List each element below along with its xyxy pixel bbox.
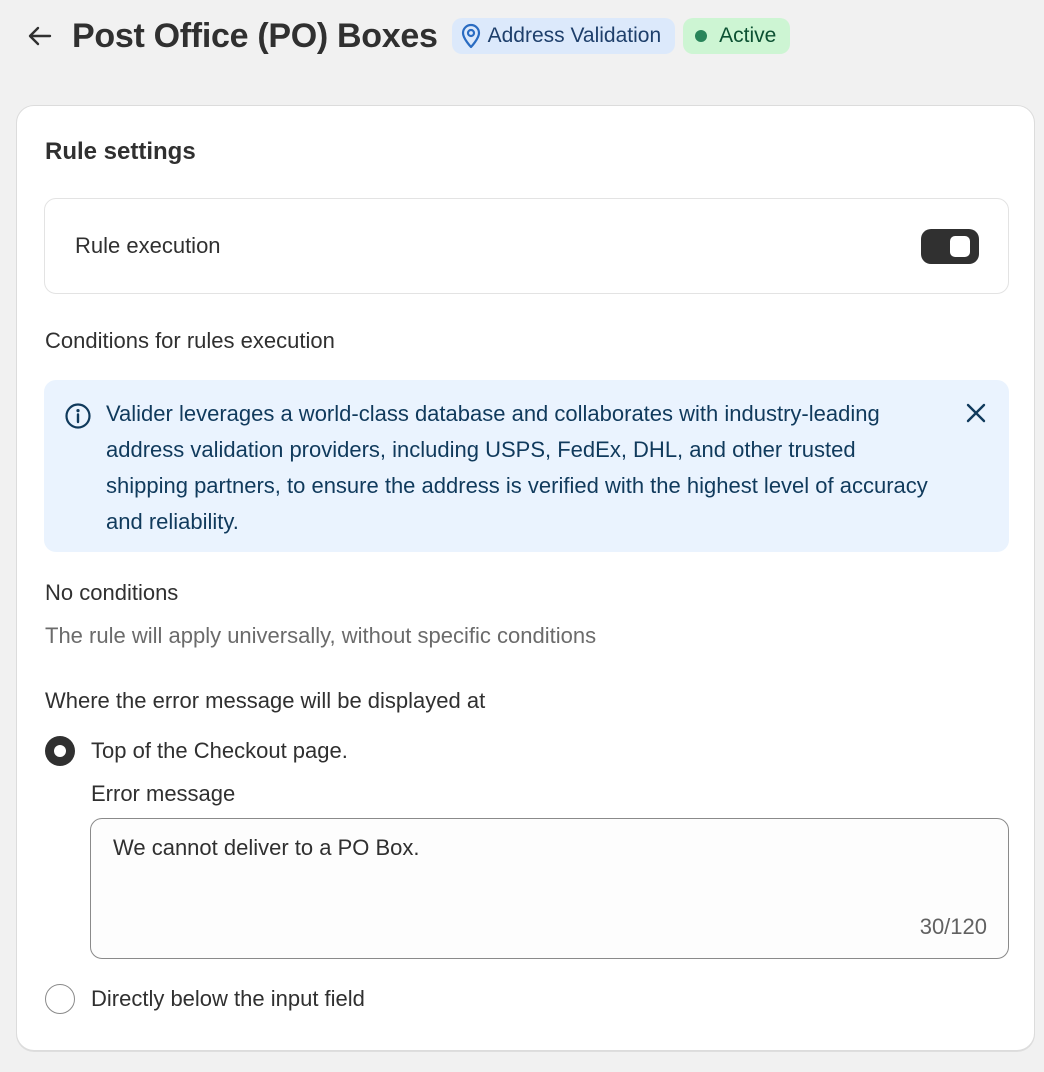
radio-selected-icon[interactable] — [45, 736, 75, 766]
page-title: Post Office (PO) Boxes — [72, 16, 438, 55]
radio-label: Directly below the input field — [91, 986, 365, 1011]
no-conditions-title: No conditions — [45, 580, 179, 605]
display-location-heading: Where the error message will be displaye… — [45, 688, 486, 713]
rule-execution-label: Rule execution — [75, 233, 221, 258]
no-conditions-description: The rule will apply universally, without… — [45, 623, 597, 648]
rule-execution-toggle[interactable] — [921, 228, 979, 264]
page-header: Post Office (PO) Boxes Address Validatio… — [24, 14, 798, 58]
rule-settings-card: Rule settings Rule execution Conditions … — [16, 105, 1035, 1051]
error-message-textarea[interactable]: We cannot deliver to a PO Box. 30/120 — [90, 818, 1009, 959]
type-badge: Address Validation — [451, 18, 676, 54]
status-dot-icon — [695, 30, 708, 42]
conditions-heading: Conditions for rules execution — [45, 328, 335, 353]
character-count: 30/120 — [919, 914, 987, 939]
type-badge-label: Address Validation — [487, 24, 662, 47]
info-banner: Valider leverages a world-class database… — [44, 380, 1009, 552]
radio-option-top-checkout[interactable]: Top of the Checkout page. — [45, 736, 348, 766]
rule-execution-row: Rule execution — [44, 198, 1009, 294]
status-badge-label: Active — [719, 24, 777, 47]
error-message-label: Error message — [91, 781, 236, 806]
section-title: Rule settings — [45, 138, 196, 165]
error-message-value: We cannot deliver to a PO Box. — [113, 835, 420, 860]
radio-label: Top of the Checkout page. — [91, 738, 348, 763]
location-pin-icon — [460, 23, 482, 49]
arrow-left-icon — [28, 26, 52, 46]
radio-unselected-icon[interactable] — [45, 984, 75, 1014]
close-icon[interactable] — [963, 400, 989, 426]
toggle-knob — [950, 235, 970, 257]
banner-text: Valider leverages a world-class database… — [106, 401, 928, 534]
info-circle-icon — [64, 402, 92, 435]
radio-option-below-input[interactable]: Directly below the input field — [45, 984, 365, 1014]
back-button[interactable] — [24, 20, 56, 52]
status-badge: Active — [683, 18, 791, 54]
